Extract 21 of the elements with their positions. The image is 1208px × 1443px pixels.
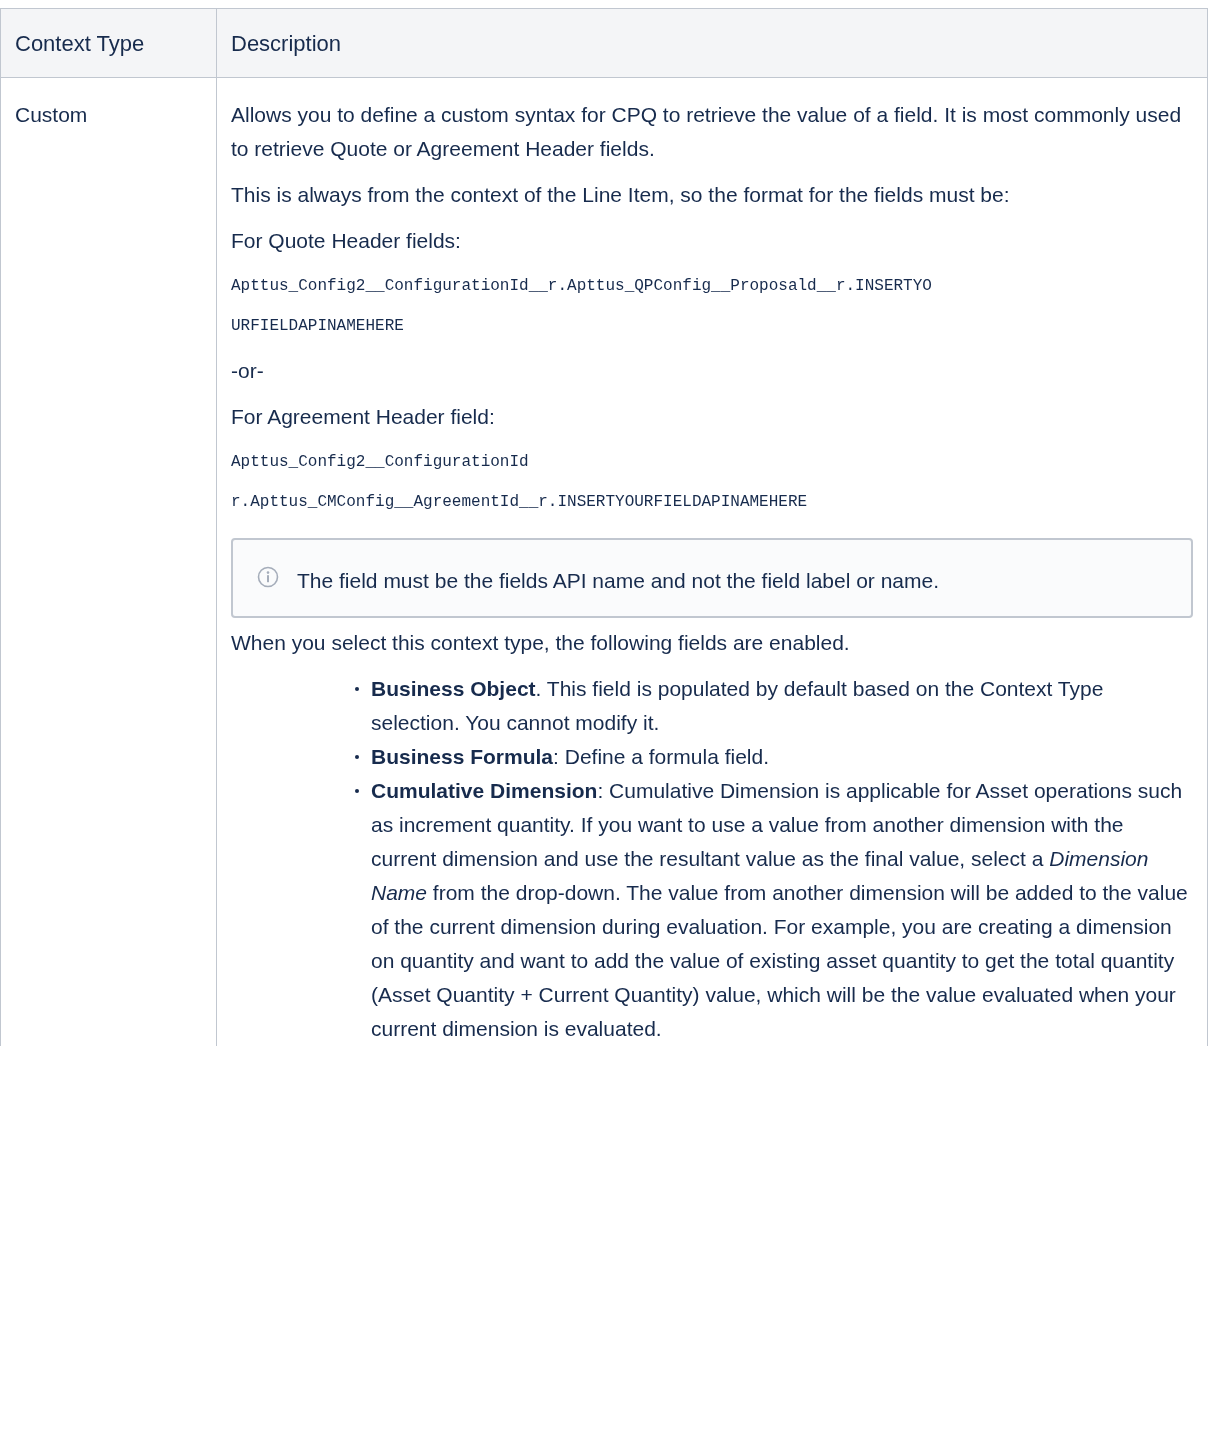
code-line: r.Apttus_CMConfig__AgreementId__r.INSERTYOURFIELDAPINAMEHERE: [231, 492, 809, 513]
description-text: For Quote Header fields:: [231, 228, 462, 254]
column-header: Description: [217, 9, 1208, 78]
bullet-icon: [355, 755, 359, 759]
info-icon: [257, 566, 279, 588]
list-item-text: Cumulative Dimension: Cumulative Dimension is applicable for Asset operations such as increment quantity. If you want to use a value from another dimension with the current dimension and use the resultant value as the final value, select a Dimension Name from the drop-down. The value from another dimension will be added to the value of the current dimension during evaluation. For example, you are creating a dimension on quantity and want to add the value of existing asset quantity to get the total quantity (Asset Quantity + Current Quantity) value, which will be the value evaluated when your current dimension is evaluated.: [371, 778, 1189, 1042]
code-line: Apttus_Config2__ConfigurationId: [231, 452, 530, 473]
list-item-text: Business Formula: Define a formula field.: [371, 744, 769, 770]
description-text: Allows you to define a custom syntax for CPQ to retrieve the value of a field. It is most commonly used to retrieve Quote or Agreement Header fields.: [231, 102, 1183, 162]
list-item-text: Business Object. This field is populated by default based on the Context Type selection. You cannot modify it.: [371, 676, 1105, 736]
context-type-cell: Custom: [1, 78, 217, 1046]
bullet-icon: [355, 687, 359, 691]
bullet-icon: [355, 789, 359, 793]
description-text: -or-: [231, 358, 265, 384]
note-text: The field must be the fields API name and not the field label or name.: [297, 568, 940, 594]
code-line: Apttus_Config2__ConfigurationId__r.Apttus_QPConfig__Proposald__r.INSERTYO: [231, 276, 933, 297]
description-text: This is always from the context of the Line Item, so the format for the fields must be:: [231, 182, 1011, 208]
description-text: For Agreement Header field:: [231, 404, 496, 430]
description-text: When you select this context type, the following fields are enabled.: [231, 630, 851, 656]
code-line: URFIELDAPINAMEHERE: [231, 316, 405, 337]
column-header: Context Type: [1, 9, 217, 78]
